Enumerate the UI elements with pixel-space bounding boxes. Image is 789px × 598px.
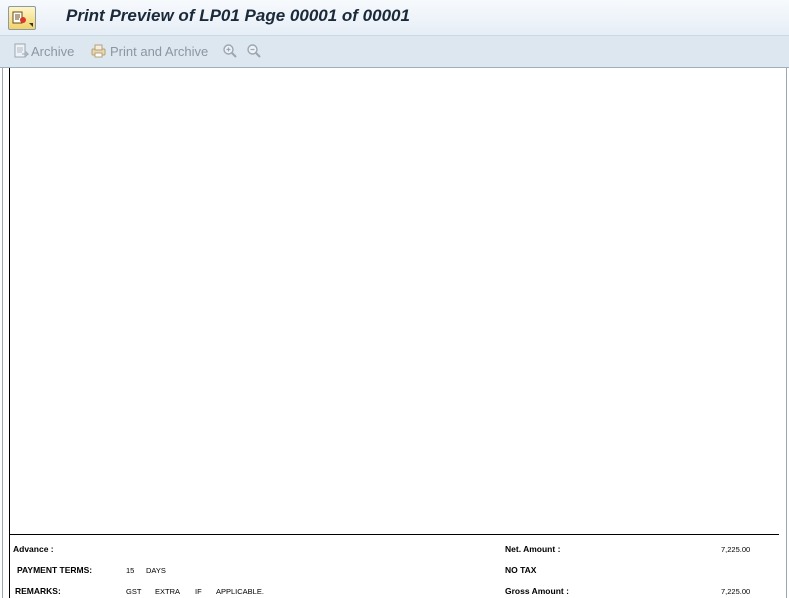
- payment-terms-label: PAYMENT TERMS:: [17, 565, 93, 575]
- gross-amount-value: 7,225.00: [721, 587, 751, 596]
- print-preview-window: Print Preview of LP01 Page 00001 of 0000…: [0, 0, 789, 598]
- zoom-out-button[interactable]: [246, 40, 264, 62]
- no-tax-label: NO TAX: [505, 565, 537, 575]
- page-left-border: [9, 68, 10, 598]
- window-title: Print Preview of LP01 Page 00001 of 0000…: [66, 6, 410, 25]
- system-menu-button[interactable]: [8, 6, 36, 30]
- document-preview-area[interactable]: Advance : PAYMENT TERMS: 15 DAYS REMARKS…: [0, 68, 789, 598]
- remarks-word: GST: [126, 587, 142, 596]
- menu-dropdown-arrow-icon: [29, 23, 33, 27]
- zoom-in-button[interactable]: [222, 40, 240, 62]
- archive-button-label: Archive: [31, 43, 75, 59]
- remarks-word: APPLICABLE.: [216, 587, 264, 596]
- payment-terms-value: 15: [126, 566, 135, 575]
- archive-icon: [14, 43, 29, 58]
- zoom-out-icon: [247, 44, 261, 58]
- remarks-label: REMARKS:: [15, 586, 61, 596]
- summary-divider-line: [9, 534, 779, 535]
- system-menu-icon: [12, 11, 26, 24]
- print-and-archive-label: Print and Archive: [110, 43, 209, 59]
- application-toolbar: Archive Print and Archive: [0, 36, 789, 68]
- net-amount-label: Net. Amount :: [505, 544, 561, 554]
- archive-button[interactable]: Archive: [13, 40, 74, 62]
- title-bar: Print Preview of LP01 Page 00001 of 0000…: [0, 0, 789, 36]
- print-archive-icon: [91, 44, 106, 58]
- zoom-in-icon: [223, 44, 237, 58]
- remarks-word: IF: [195, 587, 202, 596]
- print-and-archive-button[interactable]: Print and Archive: [90, 40, 208, 62]
- remarks-word: EXTRA: [155, 587, 181, 596]
- payment-terms-unit: DAYS: [146, 566, 166, 575]
- viewport-border-left: [2, 68, 3, 598]
- gross-amount-label: Gross Amount :: [505, 586, 569, 596]
- advance-label: Advance :: [13, 544, 54, 554]
- viewport-border-right: [786, 68, 787, 598]
- net-amount-value: 7,225.00: [721, 545, 751, 554]
